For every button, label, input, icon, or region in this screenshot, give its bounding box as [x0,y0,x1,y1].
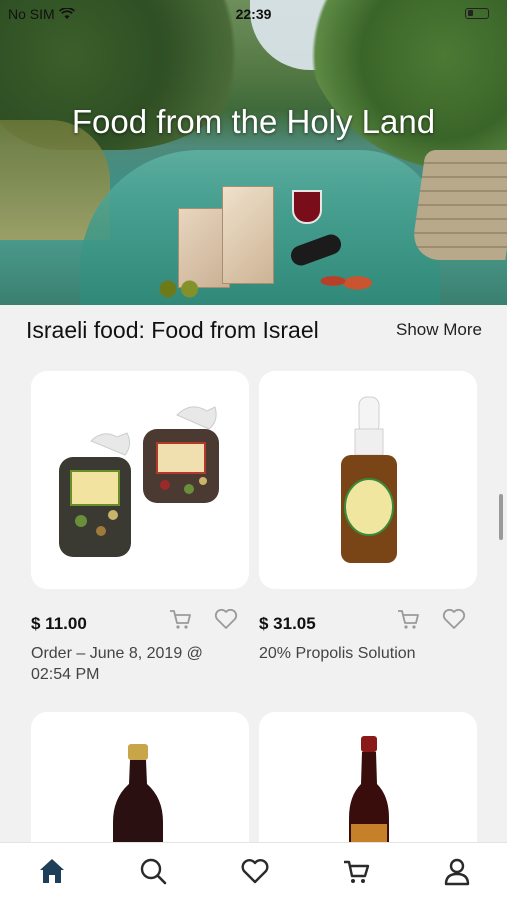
product-price: $ 31.05 [259,614,316,633]
user-icon[interactable] [442,856,472,886]
product-image-propolis-bottle [341,396,397,563]
cart-icon[interactable] [341,856,371,886]
product-card[interactable] [31,371,249,589]
heart-icon[interactable] [240,856,270,886]
hero-olives [156,278,204,300]
favorite-heart-icon[interactable] [441,606,467,632]
product-name[interactable]: 20% Propolis Solution [259,643,469,664]
favorite-heart-icon[interactable] [213,606,239,632]
product-name[interactable]: Order – June 8, 2019 @ 02:54 PM [31,643,241,685]
add-to-cart-icon[interactable] [395,606,421,632]
scroll-indicator[interactable] [499,494,503,540]
section-title: Israeli food: Food from Israel [26,317,319,343]
battery-icon [465,8,489,19]
hero-product-box [222,186,274,284]
show-more-link[interactable]: Show More [396,320,482,340]
hero-title: Food from the Holy Land [71,103,436,140]
clock: 22:39 [235,6,272,22]
hero-banner[interactable]: Food from the Holy Land [0,0,507,305]
hero-stone-wall [410,150,507,260]
search-icon[interactable] [138,856,168,886]
add-to-cart-icon[interactable] [167,606,193,632]
status-bar: No SIM 22:39 [0,0,507,28]
hero-wine-glass [292,190,322,224]
product-price: $ 11.00 [31,614,87,633]
product-image-spice-bags [59,406,219,557]
hero-dates [312,262,382,300]
product-card[interactable] [259,371,477,589]
home-icon[interactable] [37,856,67,886]
bottom-tab-bar [0,842,507,900]
section-header: Israeli food: Food from Israel Show More [0,305,507,355]
